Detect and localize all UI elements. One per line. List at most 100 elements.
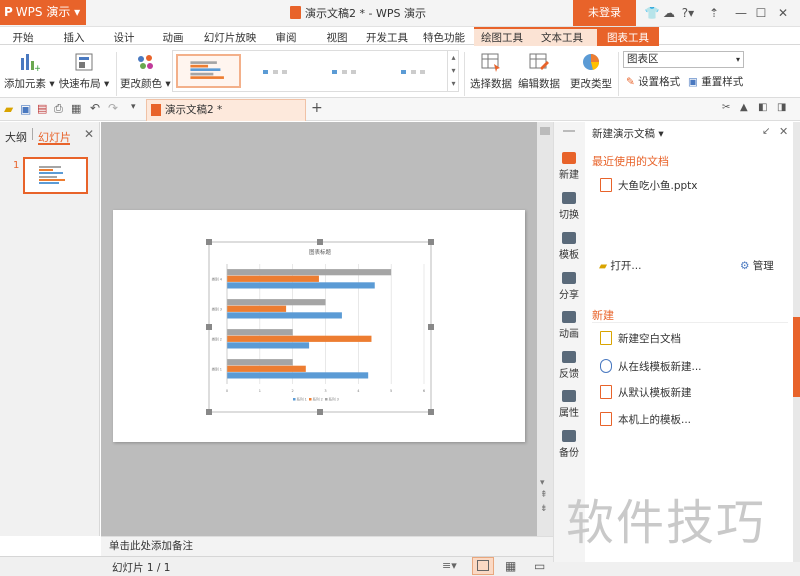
- selection-handle[interactable]: [428, 239, 434, 245]
- bar: [227, 269, 392, 276]
- help-icon[interactable]: ?▾: [680, 5, 696, 21]
- normal-view-icon: [477, 560, 489, 571]
- select-data-button[interactable]: 选择数据: [468, 46, 514, 96]
- rail-backup[interactable]: 备份: [553, 430, 585, 459]
- tab-chart-tools[interactable]: 图表工具: [600, 29, 656, 47]
- ribbon-divider: [618, 52, 619, 96]
- tab-text-tools[interactable]: 文本工具: [537, 29, 587, 47]
- slide-counter: 幻灯片 1 / 1: [112, 562, 171, 574]
- chart-style-4[interactable]: [383, 54, 448, 88]
- chart-style-2[interactable]: [245, 54, 310, 88]
- chart-element-select[interactable]: 图表区 ▾: [623, 51, 744, 68]
- skin-icon[interactable]: 👕: [644, 5, 660, 21]
- open-folder-icon[interactable]: ▰: [4, 102, 13, 116]
- tab-insert[interactable]: 插入: [59, 29, 89, 47]
- set-format-button[interactable]: ✎ 设置格式: [626, 74, 680, 89]
- tool-icon-4[interactable]: ◨: [777, 102, 786, 113]
- chart-style-1[interactable]: [176, 54, 241, 88]
- app-menu-button[interactable]: P WPS 演示 ▾: [0, 0, 86, 25]
- local-templates-item[interactable]: 本机上的模板...: [600, 412, 691, 427]
- rail-transition[interactable]: 切换: [553, 192, 585, 221]
- rail-animation[interactable]: 动画: [553, 311, 585, 340]
- tab-view[interactable]: 视图: [322, 29, 352, 47]
- undo-icon[interactable]: ↶: [90, 101, 100, 115]
- tab-review[interactable]: 审阅: [271, 29, 301, 47]
- slide-thumbnail[interactable]: [23, 157, 88, 194]
- manage-button[interactable]: ⚙ 管理: [740, 258, 774, 273]
- chart-style-3[interactable]: [314, 54, 379, 88]
- window-title: 演示文稿2 * - WPS 演示: [290, 5, 426, 21]
- rail-template[interactable]: 模板: [553, 232, 585, 261]
- new-from-default-template-item[interactable]: 从默认模板新建: [600, 385, 692, 400]
- task-pane-title[interactable]: 新建演示文稿 ▾: [592, 126, 664, 141]
- selection-handle[interactable]: [206, 324, 212, 330]
- close-panel-icon[interactable]: ✕: [84, 127, 94, 141]
- recent-file-item[interactable]: 大鱼吃小鱼.pptx: [600, 178, 698, 193]
- tab-slideshow[interactable]: 幻灯片放映: [200, 29, 260, 47]
- feedback-icon[interactable]: ☁: [661, 5, 677, 21]
- new-tab-plus-icon[interactable]: +: [311, 100, 323, 116]
- tab-design[interactable]: 设计: [109, 29, 139, 47]
- slide[interactable]: 图表标题 0 1 2 3 4 5 6 类别 1 类别 2 类别 3 类别 4 系列 1 系列 2 系列 3: [113, 210, 525, 442]
- document-tab[interactable]: 演示文稿2 *: [146, 99, 306, 121]
- pin-icon[interactable]: ↙: [762, 126, 770, 137]
- tab-animation[interactable]: 动画: [158, 29, 188, 47]
- selection-handle[interactable]: [428, 324, 434, 330]
- bar: [227, 329, 293, 336]
- rail-new[interactable]: 新建: [553, 152, 585, 181]
- save-icon[interactable]: ▣: [20, 102, 31, 116]
- customize-toolbar-icon[interactable]: ▾: [131, 102, 136, 112]
- notes-toggle-icon[interactable]: ≡▾: [442, 559, 457, 572]
- close-icon[interactable]: ✕: [775, 5, 791, 21]
- slide-sorter-icon[interactable]: ▦: [505, 559, 516, 573]
- tab-drawing-tools[interactable]: 绘图工具: [477, 29, 527, 47]
- tab-features[interactable]: 特色功能: [421, 29, 467, 47]
- selection-handle[interactable]: [206, 409, 212, 415]
- bar-chart[interactable]: 图表标题 0 1 2 3 4 5 6 类别 1 类别 2 类别 3 类别 4 系列 1 系列 2 系列 3: [113, 210, 525, 442]
- change-type-button[interactable]: 更改类型: [568, 46, 614, 96]
- scroll-thumb[interactable]: [540, 127, 550, 135]
- print-preview-icon[interactable]: ▦: [71, 102, 81, 115]
- edit-data-button[interactable]: 编辑数据: [516, 46, 562, 96]
- login-button[interactable]: 未登录: [573, 0, 636, 26]
- legend-swatch: [309, 398, 312, 401]
- reading-view-icon[interactable]: ▭: [534, 559, 545, 573]
- selection-handle[interactable]: [206, 239, 212, 245]
- outline-tab[interactable]: 大纲: [5, 129, 27, 145]
- rail-share-label: 分享: [559, 290, 579, 301]
- scroll-down-icon[interactable]: ▾: [540, 478, 545, 488]
- change-color-button[interactable]: 更改颜色 ▾: [120, 46, 171, 96]
- redo-icon[interactable]: ↷: [108, 101, 118, 115]
- print-icon[interactable]: ⎙: [54, 102, 63, 116]
- pane-collapse-handle[interactable]: [793, 317, 800, 397]
- brush-tool-icon[interactable]: ✂: [722, 102, 730, 113]
- selection-handle[interactable]: [317, 409, 323, 415]
- selection-handle[interactable]: [317, 239, 323, 245]
- rail-properties[interactable]: 属性: [553, 390, 585, 419]
- tool-icon-3[interactable]: ◧: [758, 102, 767, 113]
- tool-icon-2[interactable]: ▲: [740, 102, 748, 113]
- rail-feedback[interactable]: 反馈: [553, 351, 585, 380]
- tab-home[interactable]: 开始: [8, 29, 38, 47]
- minimize-icon[interactable]: —: [733, 5, 749, 21]
- new-from-online-template-item[interactable]: 从在线模板新建...: [600, 359, 702, 374]
- gallery-scroll[interactable]: ▴ ▾ ▾: [447, 51, 459, 91]
- prev-slide-icon[interactable]: ⇞: [540, 490, 548, 500]
- next-slide-icon[interactable]: ⇟: [540, 504, 548, 514]
- close-pane-icon[interactable]: ✕: [779, 125, 788, 138]
- quick-layout-button[interactable]: 快速布局 ▾: [58, 46, 110, 96]
- upload-icon[interactable]: ⇡: [706, 5, 722, 21]
- tab-developer[interactable]: 开发工具: [364, 29, 410, 47]
- add-element-button[interactable]: + 添加元素 ▾: [4, 46, 55, 96]
- properties-icon: [562, 390, 576, 402]
- notes-area[interactable]: 单击此处添加备注: [101, 536, 553, 556]
- selection-handle[interactable]: [428, 409, 434, 415]
- maximize-icon[interactable]: ☐: [753, 5, 769, 21]
- new-blank-doc-item[interactable]: 新建空白文档: [600, 331, 681, 346]
- vertical-scrollbar[interactable]: ▾ ⇞ ⇟: [537, 122, 553, 536]
- export-pdf-icon[interactable]: ▤: [37, 102, 47, 115]
- pane-edge[interactable]: [793, 122, 800, 562]
- reset-style-button[interactable]: ▣ 重置样式: [688, 74, 743, 89]
- open-file-button[interactable]: ▰ 打开...: [599, 258, 641, 273]
- rail-share[interactable]: 分享: [553, 272, 585, 301]
